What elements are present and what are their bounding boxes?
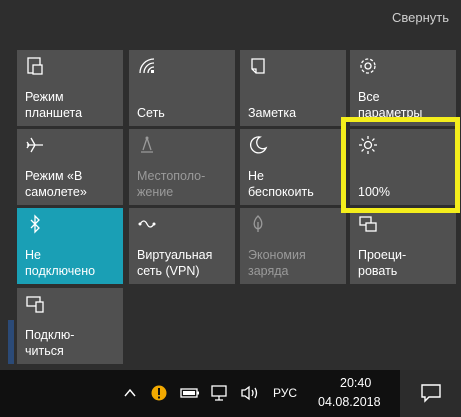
tile-location[interactable]: Местополо- жение bbox=[129, 129, 235, 205]
tile-connect[interactable]: Подклю- читься bbox=[17, 288, 123, 364]
bluetooth-icon bbox=[25, 214, 45, 234]
tile-project[interactable]: Проеци- ровать bbox=[350, 208, 456, 284]
battery-icon[interactable] bbox=[180, 384, 200, 402]
alert-icon[interactable] bbox=[150, 384, 168, 402]
tile-bluetooth[interactable]: Не подключено bbox=[17, 208, 123, 284]
action-center-button[interactable] bbox=[400, 370, 461, 417]
battery-saver-icon bbox=[248, 214, 268, 234]
tile-label: Режим планшета bbox=[25, 90, 83, 120]
tile-label: Не беспокоить bbox=[248, 169, 314, 199]
network-status-icon[interactable] bbox=[210, 384, 232, 402]
tile-label: Экономия заряда bbox=[248, 248, 306, 278]
tile-all-settings[interactable]: Все параметры bbox=[350, 50, 456, 126]
tile-note[interactable]: Заметка bbox=[240, 50, 346, 126]
tile-label: Заметка bbox=[248, 106, 297, 120]
location-icon bbox=[137, 135, 157, 155]
network-icon bbox=[137, 56, 157, 76]
tile-label: Виртуальная сеть (VPN) bbox=[137, 248, 213, 278]
tile-label: Сеть bbox=[137, 106, 165, 120]
clock-time[interactable]: 20:40 bbox=[340, 376, 371, 390]
taskbar: РУС 20:40 04.08.2018 bbox=[0, 370, 461, 417]
airplane-icon bbox=[25, 135, 45, 155]
tile-airplane-mode[interactable]: Режим «В самолете» bbox=[17, 129, 123, 205]
collapse-link[interactable]: Свернуть bbox=[392, 10, 449, 25]
tile-brightness[interactable]: 100% bbox=[350, 129, 456, 205]
volume-icon[interactable] bbox=[240, 384, 262, 402]
tile-tablet-mode[interactable]: Режим планшета bbox=[17, 50, 123, 126]
tile-do-not-disturb[interactable]: Не беспокоить bbox=[240, 129, 346, 205]
chevron-up-icon[interactable] bbox=[122, 384, 138, 402]
tile-label: Подклю- читься bbox=[25, 328, 75, 358]
tile-label: Все параметры bbox=[358, 90, 423, 120]
tile-battery-saver[interactable]: Экономия заряда bbox=[240, 208, 346, 284]
language-indicator[interactable]: РУС bbox=[273, 386, 297, 400]
tile-vpn[interactable]: Виртуальная сеть (VPN) bbox=[129, 208, 235, 284]
moon-icon bbox=[248, 135, 268, 155]
tile-label: 100% bbox=[358, 185, 390, 199]
tile-label: Режим «В самолете» bbox=[25, 169, 87, 199]
gear-icon bbox=[358, 56, 378, 76]
tablet-mode-icon bbox=[25, 56, 45, 76]
brightness-icon bbox=[358, 135, 378, 155]
vpn-icon bbox=[137, 214, 157, 234]
clock-date[interactable]: 04.08.2018 bbox=[318, 395, 381, 409]
tile-label: Проеци- ровать bbox=[358, 248, 407, 278]
tile-network[interactable]: Сеть bbox=[129, 50, 235, 126]
tile-label: Местополо- жение bbox=[137, 169, 206, 199]
action-center-panel: Свернуть Режим планшета Сеть Заметка Все… bbox=[0, 0, 461, 370]
project-icon bbox=[358, 214, 378, 234]
connect-icon bbox=[25, 294, 45, 314]
background-fragment bbox=[8, 320, 14, 364]
tile-label: Не подключено bbox=[25, 248, 96, 278]
note-icon bbox=[248, 56, 268, 76]
